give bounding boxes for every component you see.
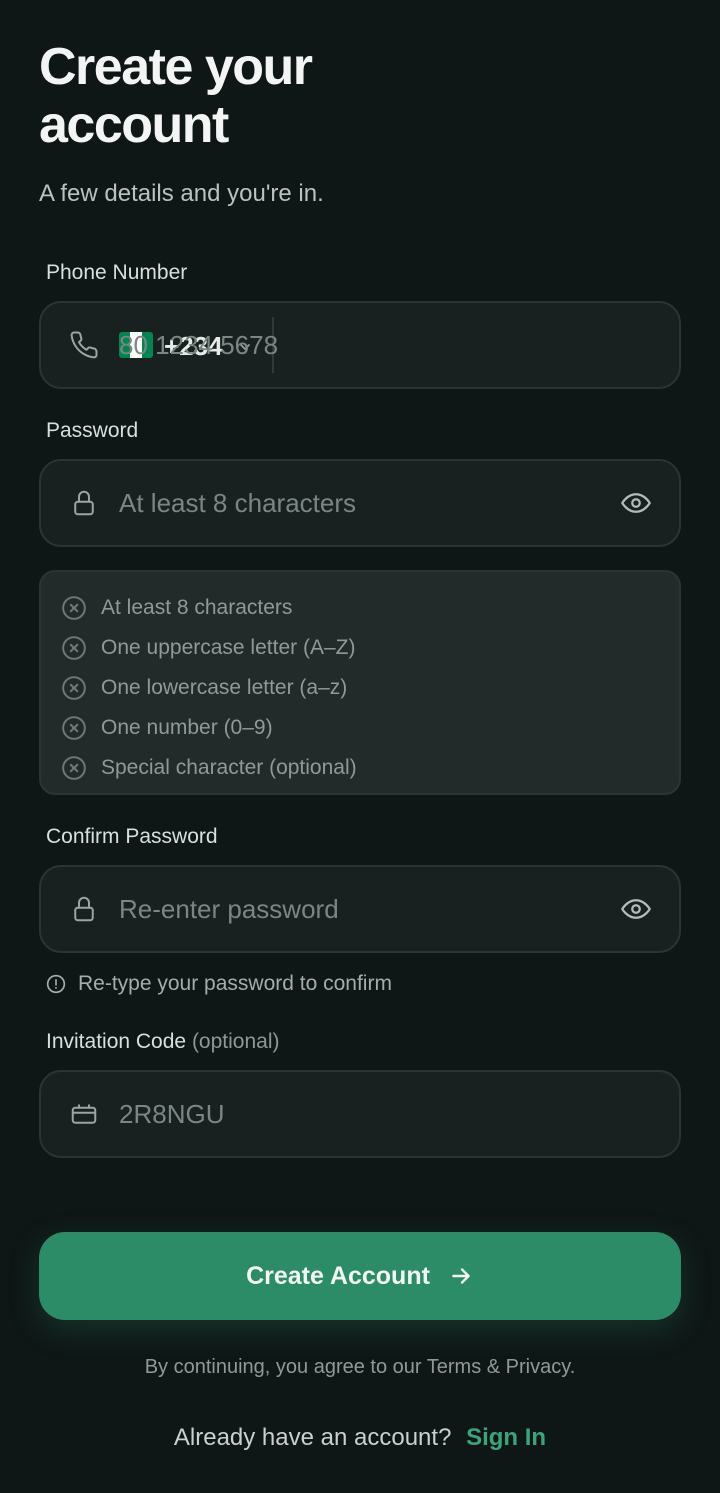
requirement-text: At least 8 characters bbox=[101, 596, 293, 619]
confirm-password-field bbox=[39, 865, 681, 953]
eye-icon[interactable] bbox=[621, 894, 651, 924]
ticket-icon bbox=[71, 1104, 97, 1124]
phone-icon bbox=[70, 331, 98, 359]
requirement-text: One number (0–9) bbox=[101, 716, 273, 739]
x-circle-icon bbox=[62, 636, 86, 660]
requirement-text: One uppercase letter (A–Z) bbox=[101, 636, 356, 659]
password-field bbox=[39, 459, 681, 547]
requirement-text: Special character (optional) bbox=[101, 756, 357, 779]
invitation-code-input[interactable] bbox=[119, 1072, 599, 1156]
page-title: Create your account bbox=[39, 38, 313, 154]
password-input[interactable] bbox=[119, 461, 599, 545]
invitation-code-label: Invitation Code (optional) bbox=[46, 1030, 280, 1054]
password-requirements: At least 8 characters One uppercase lett… bbox=[39, 570, 681, 795]
optional-tag: (optional) bbox=[191, 1030, 280, 1053]
sign-in-link[interactable]: Sign In bbox=[466, 1424, 546, 1451]
requirement-item: One number (0–9) bbox=[61, 708, 659, 748]
confirm-hint: Re-type your password to confirm bbox=[46, 972, 392, 996]
x-circle-icon bbox=[62, 596, 86, 620]
info-icon bbox=[46, 974, 66, 994]
lock-icon bbox=[74, 896, 94, 922]
requirement-text: One lowercase letter (a–z) bbox=[101, 676, 348, 699]
confirm-hint-text: Re-type your password to confirm bbox=[78, 972, 392, 995]
phone-input[interactable] bbox=[119, 303, 599, 387]
phone-label: Phone Number bbox=[46, 261, 188, 284]
terms-text: By continuing, you agree to our Terms & … bbox=[144, 1356, 576, 1378]
requirement-item: At least 8 characters bbox=[61, 588, 659, 628]
signin-row: Already have an account? Sign In bbox=[0, 1424, 720, 1452]
invitation-code-label-text: Invitation Code bbox=[46, 1030, 187, 1053]
arrow-right-icon bbox=[452, 1268, 470, 1284]
requirement-item: One uppercase letter (A–Z) bbox=[61, 628, 659, 668]
requirement-item: One lowercase letter (a–z) bbox=[61, 668, 659, 708]
page-subtitle: A few details and you're in. bbox=[39, 180, 324, 207]
signin-prompt: Already have an account? bbox=[173, 1424, 452, 1451]
create-account-button[interactable]: Create Account bbox=[39, 1232, 681, 1320]
invitation-code-field bbox=[39, 1070, 681, 1158]
confirm-password-label: Confirm Password bbox=[46, 825, 218, 848]
lock-icon bbox=[74, 490, 94, 516]
x-circle-icon bbox=[62, 716, 86, 740]
requirement-item: Special character (optional) bbox=[61, 748, 659, 788]
eye-icon[interactable] bbox=[621, 488, 651, 518]
x-circle-icon bbox=[62, 756, 86, 780]
x-circle-icon bbox=[62, 676, 86, 700]
phone-field: +234 bbox=[39, 301, 681, 389]
create-account-label: Create Account bbox=[246, 1261, 430, 1290]
password-label: Password bbox=[46, 419, 139, 442]
confirm-password-input[interactable] bbox=[119, 867, 599, 951]
signup-screen: Create your account A few details and yo… bbox=[0, 0, 720, 1493]
